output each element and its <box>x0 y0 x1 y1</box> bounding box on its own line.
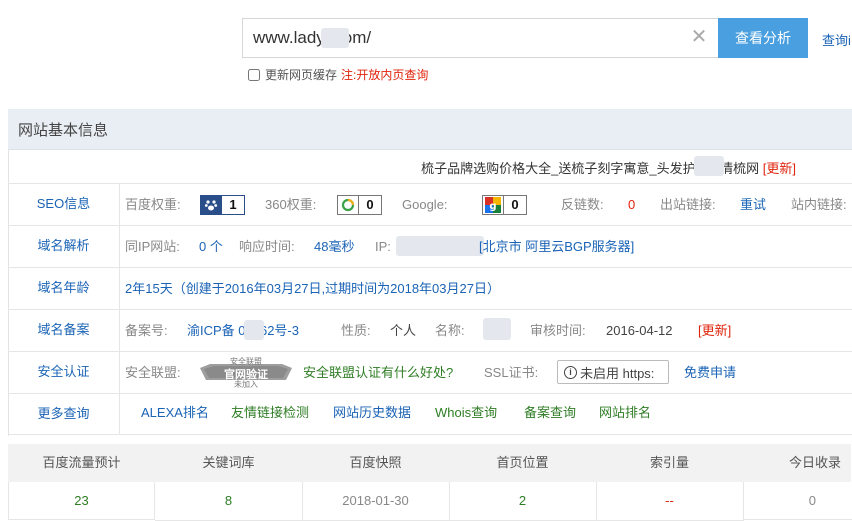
panel-title: 网站基本信息 <box>18 122 109 139</box>
alliance-benefit-link[interactable]: 安全联盟认证有什么好处? <box>303 365 453 381</box>
stats-value-traffic[interactable]: 23 <box>8 482 155 520</box>
response-time-value: 48毫秒 <box>314 239 355 254</box>
inner-page-query-link[interactable]: 开放内页查询 <box>356 66 428 83</box>
stats-value-today: 0 <box>743 482 852 520</box>
same-ip-value[interactable]: 0 个 <box>199 239 223 255</box>
baidu-weight-badge[interactable]: 1 <box>200 195 245 215</box>
more-label: 更多查询 <box>8 393 120 434</box>
stats-header-home-position: 首页位置 <box>449 444 597 482</box>
dns-label: 域名解析 <box>8 225 120 267</box>
url-input[interactable] <box>242 18 718 58</box>
outlinks-retry-link[interactable]: 重试 <box>740 197 766 213</box>
icp-number-value[interactable]: 渝ICP备 03862号-3 <box>187 323 299 339</box>
ip-label: IP: <box>375 239 391 254</box>
security-label: 安全认证 <box>8 351 120 393</box>
svg-text:g: g <box>489 201 496 212</box>
stats-value-home-position[interactable]: 2 <box>449 482 597 521</box>
stats-value-index: -- <box>596 482 744 521</box>
icp-update-link[interactable]: [更新] <box>698 323 731 339</box>
so360-weight-badge[interactable]: 0 <box>337 195 382 215</box>
alliance-badge[interactable]: 安全联盟 官网验证 未加入 <box>196 357 296 389</box>
clear-icon[interactable]: ✕ <box>688 26 710 48</box>
ssl-apply-link[interactable]: 免费申请 <box>684 365 736 381</box>
icp-audit-value: 2016-04-12 <box>606 323 673 338</box>
inlinks-label: 站内链接: <box>791 197 847 212</box>
icp-audit-label: 审核时间: <box>530 323 586 338</box>
more-link-history[interactable]: 网站历史数据 <box>333 405 411 421</box>
alliance-label: 安全联盟: <box>125 365 181 380</box>
so360-icon <box>338 196 358 214</box>
google-pr-value: 0 <box>503 196 526 214</box>
alliance-badge-sub: 未加入 <box>234 380 258 389</box>
google-pr-badge[interactable]: g 0 <box>482 195 527 215</box>
same-ip-label: 同IP网站: <box>125 239 180 254</box>
more-link-alexa[interactable]: ALEXA排名 <box>141 405 209 421</box>
age-label: 域名年龄 <box>8 267 120 309</box>
more-link-friendlink[interactable]: 友情链接检测 <box>231 405 309 421</box>
icp-nature-value: 个人 <box>390 323 417 338</box>
stats-header-keywords: 关键词库 <box>155 444 303 482</box>
more-link-rank[interactable]: 网站排名 <box>599 405 651 421</box>
google-icon: g <box>483 196 503 214</box>
icp-name-label: 名称: <box>435 323 465 338</box>
redacted-blur <box>694 156 724 176</box>
google-label: Google: <box>402 197 448 212</box>
site-title: 梳子品牌选购价格大全_送梳子刻字寓意_头发护理 - 情梳网 [更新] <box>421 158 796 177</box>
baidu-paw-icon <box>201 196 221 214</box>
refresh-cache-checkbox[interactable] <box>248 68 260 81</box>
refresh-cache-label: 更新网页缓存 <box>265 68 338 82</box>
ssl-status-text: 未启用 https: <box>580 365 655 381</box>
icp-number-label: 备案号: <box>125 323 168 338</box>
stats-value-keywords[interactable]: 8 <box>155 482 303 521</box>
backlinks-label: 反链数: <box>561 197 604 212</box>
info-icon: i <box>564 365 577 379</box>
so360-weight-label: 360权重: <box>265 197 317 212</box>
icp-label: 域名备案 <box>8 309 120 351</box>
stats-header-traffic: 百度流量预计 <box>8 444 156 482</box>
ssl-label: SSL证书: <box>484 365 539 380</box>
refresh-row: 更新网页缓存 注: 开放内页查询 <box>248 66 428 83</box>
baidu-weight-value: 1 <box>221 196 244 214</box>
query-button[interactable]: 查看分析 <box>718 18 808 58</box>
stats-header-today: 今日收录 <box>743 444 852 482</box>
more-row <box>8 393 852 435</box>
panel-header <box>8 109 852 150</box>
site-title-update-link[interactable]: [更新] <box>763 161 796 176</box>
query-record-link[interactable]: 查询i <box>822 30 851 49</box>
response-time-label: 响应时间: <box>239 239 295 254</box>
stats-value-snapshot: 2018-01-30 <box>302 482 450 521</box>
outlinks-label: 出站链接: <box>660 197 716 212</box>
icp-nature-label: 性质: <box>341 323 371 338</box>
redacted-blur <box>321 28 349 48</box>
backlinks-value[interactable]: 0 <box>628 197 635 213</box>
redacted-blur <box>396 236 484 256</box>
seo-label: SEO信息 <box>8 183 120 225</box>
domain-age-value: 2年15天（创建于2016年03月27日,过期时间为2018年03月27日） <box>125 281 500 296</box>
so360-weight-value: 0 <box>358 196 381 214</box>
more-link-whois[interactable]: Whois查询 <box>435 405 497 421</box>
note-label: 注: <box>341 68 357 82</box>
redacted-blur <box>483 318 511 340</box>
redacted-blur <box>244 320 264 340</box>
ip-location[interactable]: [北京市 阿里云BGP服务器] <box>479 239 634 255</box>
stats-header-index: 索引量 <box>596 444 744 482</box>
ssl-status-badge[interactable]: i 未启用 https: <box>557 360 669 384</box>
baidu-weight-label: 百度权重: <box>125 197 181 212</box>
more-link-icp[interactable]: 备案查询 <box>524 405 576 421</box>
stats-header-snapshot: 百度快照 <box>302 444 450 482</box>
